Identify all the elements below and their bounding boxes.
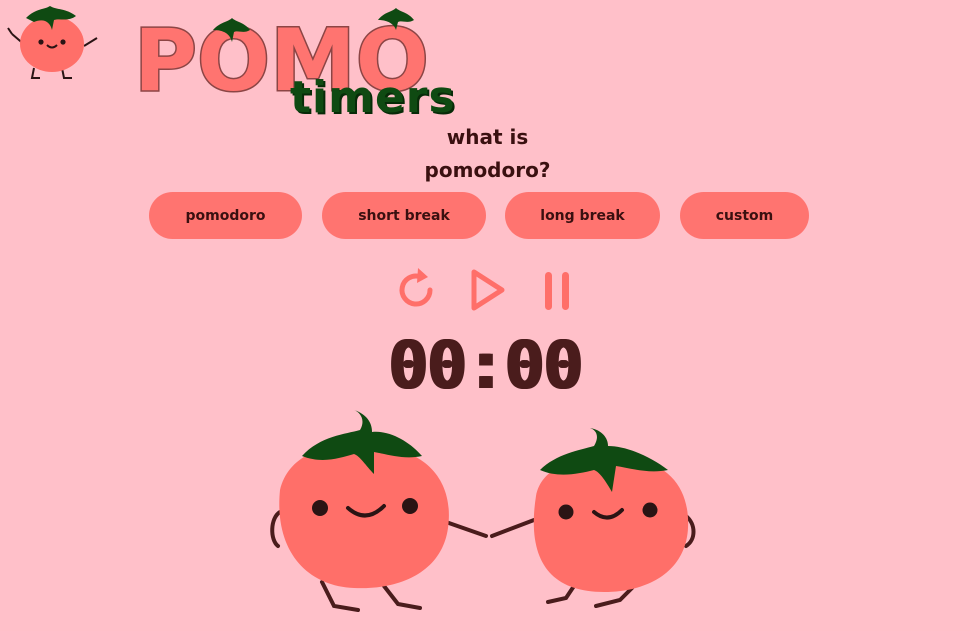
what-is-line-1: what is (446, 125, 529, 149)
pomodoro-mode-button[interactable]: pomodoro (149, 192, 302, 239)
restart-icon[interactable] (394, 266, 442, 314)
long-break-mode-button[interactable]: long break (505, 192, 660, 239)
timer-display: 00:00 (388, 327, 583, 404)
tomato-mascot-logo-icon (7, 6, 98, 79)
pause-icon[interactable] (540, 266, 576, 314)
short-break-mode-button[interactable]: short break (322, 192, 486, 239)
tomato-friends-illustration (270, 410, 696, 612)
play-icon[interactable] (466, 266, 510, 314)
timers-logo-text: timers (290, 72, 456, 123)
what-is-line-2: pomodoro? (424, 158, 551, 182)
custom-mode-button[interactable]: custom (680, 192, 809, 239)
what-is-pomodoro-link[interactable]: what is pomodoro? (410, 121, 565, 187)
